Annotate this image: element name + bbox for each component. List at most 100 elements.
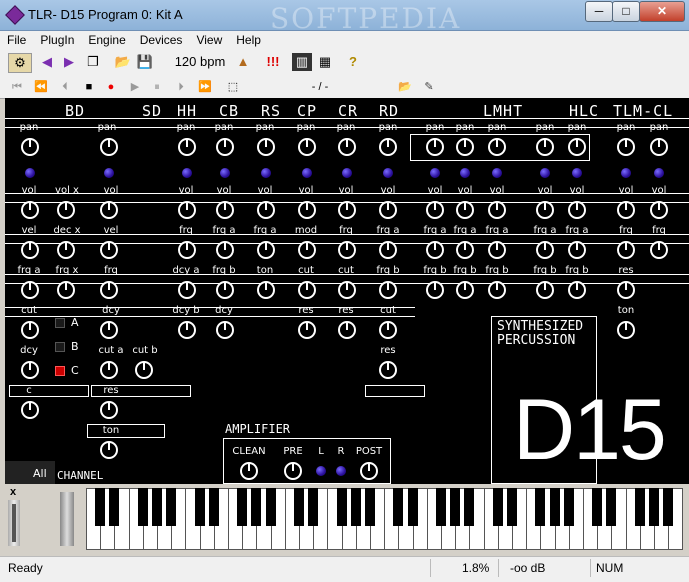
frq-knob[interactable] bbox=[650, 241, 668, 259]
pan-knob[interactable] bbox=[178, 138, 196, 156]
all-tab[interactable] bbox=[5, 461, 55, 484]
step-back-icon[interactable]: ⏴ bbox=[58, 78, 72, 96]
frq-b-knob[interactable] bbox=[568, 281, 586, 299]
open-preset-icon[interactable]: 📂 bbox=[396, 78, 414, 96]
pan-knob[interactable] bbox=[298, 138, 316, 156]
vol-knob[interactable] bbox=[338, 201, 356, 219]
res-knob[interactable] bbox=[338, 321, 356, 339]
black-key[interactable] bbox=[649, 488, 659, 526]
res-knob[interactable] bbox=[100, 401, 118, 419]
dcy-knob[interactable] bbox=[21, 361, 39, 379]
step-forward-icon[interactable]: ⏵ bbox=[174, 78, 188, 96]
back-arrow-icon[interactable]: ◀ bbox=[38, 53, 56, 71]
close-button[interactable]: ✕ bbox=[639, 1, 685, 22]
c-knob[interactable] bbox=[21, 401, 39, 419]
black-key[interactable] bbox=[592, 488, 603, 526]
pan-knob[interactable] bbox=[426, 138, 444, 156]
res-knob[interactable] bbox=[379, 361, 397, 379]
res-knob[interactable] bbox=[298, 321, 316, 339]
frq-a-knob[interactable] bbox=[216, 241, 234, 259]
black-key[interactable] bbox=[166, 488, 177, 526]
frq-a-knob[interactable] bbox=[257, 241, 275, 259]
black-key[interactable] bbox=[350, 488, 361, 526]
frq-knob[interactable] bbox=[100, 281, 118, 299]
black-key[interactable] bbox=[507, 488, 517, 526]
mod-knob[interactable] bbox=[298, 241, 316, 259]
frq-b-knob[interactable] bbox=[216, 281, 234, 299]
black-key[interactable] bbox=[606, 488, 617, 526]
dcy-a-knob[interactable] bbox=[178, 281, 196, 299]
pause-icon[interactable]: ⏸ bbox=[150, 78, 164, 96]
dcy-b-knob[interactable] bbox=[178, 321, 196, 339]
black-key[interactable] bbox=[109, 488, 120, 526]
black-key[interactable] bbox=[265, 488, 276, 526]
vol-x-knob[interactable] bbox=[57, 201, 75, 219]
frq-b-knob[interactable] bbox=[536, 281, 554, 299]
minimize-button[interactable]: ─ bbox=[585, 1, 613, 22]
ton-knob[interactable] bbox=[100, 441, 118, 459]
open-folder-icon[interactable]: 📂 bbox=[114, 53, 132, 71]
frq-a-knob[interactable] bbox=[379, 241, 397, 259]
pre-knob[interactable] bbox=[284, 462, 302, 480]
pan-knob[interactable] bbox=[488, 138, 506, 156]
loop-icon[interactable]: ⬚ bbox=[226, 78, 240, 96]
vol-knob[interactable] bbox=[298, 201, 316, 219]
black-key[interactable] bbox=[634, 488, 645, 526]
pan-knob[interactable] bbox=[257, 138, 275, 156]
frq-a-knob[interactable] bbox=[536, 241, 554, 259]
vol-knob[interactable] bbox=[178, 201, 196, 219]
pan-knob[interactable] bbox=[379, 138, 397, 156]
keyboard-icon[interactable]: ▥ bbox=[292, 53, 312, 71]
vol-knob[interactable] bbox=[568, 201, 586, 219]
vol-knob[interactable] bbox=[426, 201, 444, 219]
black-key[interactable] bbox=[663, 488, 674, 526]
rewind-start-icon[interactable]: ⏮ bbox=[10, 78, 24, 96]
menu-engine[interactable]: Engine bbox=[81, 31, 132, 47]
black-key[interactable] bbox=[308, 488, 319, 526]
vol-knob[interactable] bbox=[536, 201, 554, 219]
vol-knob[interactable] bbox=[379, 201, 397, 219]
piano-keyboard[interactable] bbox=[86, 488, 684, 550]
dec-x-knob[interactable] bbox=[57, 241, 75, 259]
pan-knob[interactable] bbox=[456, 138, 474, 156]
kit-a-selector[interactable] bbox=[55, 318, 65, 328]
dcy-knob[interactable] bbox=[216, 321, 234, 339]
cut-knob[interactable] bbox=[338, 281, 356, 299]
black-key[interactable] bbox=[464, 488, 475, 526]
dcy-knob[interactable] bbox=[100, 321, 118, 339]
black-key[interactable] bbox=[450, 488, 461, 526]
black-key[interactable] bbox=[563, 488, 574, 526]
black-key[interactable] bbox=[549, 488, 560, 526]
close-piano-button[interactable]: x bbox=[10, 486, 16, 498]
frq-a-knob[interactable] bbox=[426, 241, 444, 259]
vol-knob[interactable] bbox=[257, 201, 275, 219]
menu-file[interactable]: File bbox=[0, 31, 33, 47]
edit-preset-icon[interactable]: ✎ bbox=[420, 78, 438, 96]
forward-arrow-icon[interactable]: ▶ bbox=[60, 53, 78, 71]
frq-knob[interactable] bbox=[178, 241, 196, 259]
kit-c-selector[interactable] bbox=[55, 366, 65, 376]
help-button[interactable]: ? bbox=[344, 53, 362, 71]
clean-knob[interactable] bbox=[240, 462, 258, 480]
pan-knob[interactable] bbox=[536, 138, 554, 156]
cut-knob[interactable] bbox=[21, 321, 39, 339]
frq-a-knob[interactable] bbox=[488, 241, 506, 259]
windows-icon[interactable]: ❐ bbox=[84, 53, 102, 71]
vol-knob[interactable] bbox=[21, 201, 39, 219]
pan-knob[interactable] bbox=[216, 138, 234, 156]
kit-b-selector[interactable] bbox=[55, 342, 65, 352]
vel-knob[interactable] bbox=[100, 241, 118, 259]
app-icon[interactable] bbox=[5, 5, 25, 25]
frq-x-knob[interactable] bbox=[57, 281, 75, 299]
black-key[interactable] bbox=[336, 488, 347, 526]
panic-button[interactable]: !!! bbox=[262, 53, 284, 71]
menu-view[interactable]: View bbox=[189, 31, 229, 47]
post-knob[interactable] bbox=[360, 462, 378, 480]
menu-help[interactable]: Help bbox=[229, 31, 268, 47]
frq-knob[interactable] bbox=[338, 241, 356, 259]
record-icon[interactable]: ● bbox=[104, 78, 118, 96]
frq-a-knob[interactable] bbox=[456, 241, 474, 259]
black-key[interactable] bbox=[436, 488, 446, 526]
black-key[interactable] bbox=[407, 488, 418, 526]
vol-knob[interactable] bbox=[617, 201, 635, 219]
